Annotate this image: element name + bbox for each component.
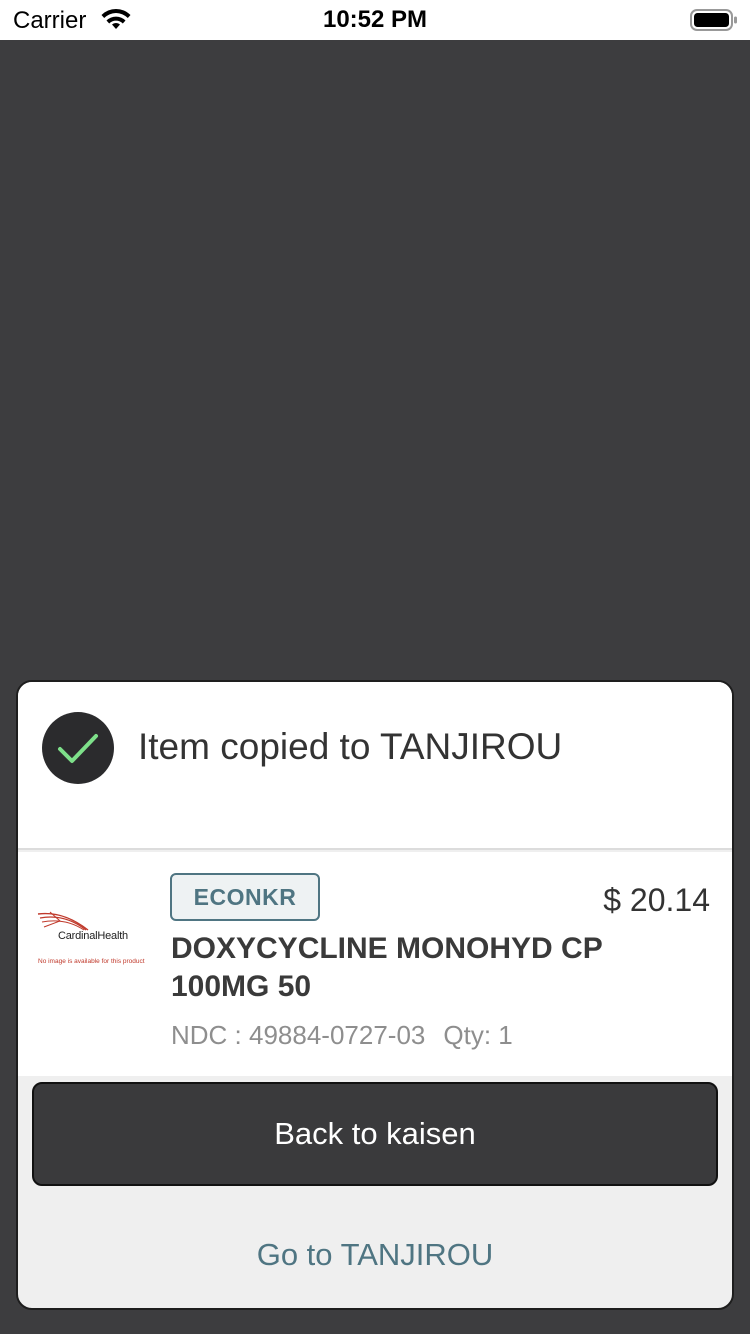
cardinal-health-logo-icon xyxy=(37,911,89,931)
battery-icon xyxy=(690,9,737,31)
status-bar: Carrier 10:52 PM xyxy=(0,0,750,40)
no-image-note: No image is available for this product xyxy=(38,958,145,965)
logo-text: CardinalHealth xyxy=(58,930,128,942)
product-meta: NDC : 49884-0727-03 Qty: 1 xyxy=(171,1020,513,1051)
go-to-tanjirou-button[interactable]: Go to TANJIROU xyxy=(32,1208,718,1302)
product-qty: Qty: 1 xyxy=(443,1020,513,1050)
product-name: DOXYCYCLINE MONOHYD CP 100MG 50 xyxy=(171,932,603,1003)
product-price: $ 20.14 xyxy=(603,882,710,918)
product-ndc: NDC : 49884-0727-03 xyxy=(171,1020,426,1050)
back-to-kaisen-button[interactable]: Back to kaisen xyxy=(32,1082,718,1186)
checkmark-circle-icon xyxy=(42,712,114,784)
product-row: CardinalHealth No image is available for… xyxy=(18,852,732,1076)
vendor-badge: ECONKR xyxy=(170,873,320,921)
product-image-placeholder: CardinalHealth No image is available for… xyxy=(34,910,146,966)
copy-confirmation-modal: Item copied to TANJIROU CardinalHealth N… xyxy=(16,680,734,1310)
modal-header: Item copied to TANJIROU xyxy=(18,682,732,850)
status-time: 10:52 PM xyxy=(322,6,428,33)
modal-title: Item copied to TANJIROU xyxy=(138,726,563,767)
